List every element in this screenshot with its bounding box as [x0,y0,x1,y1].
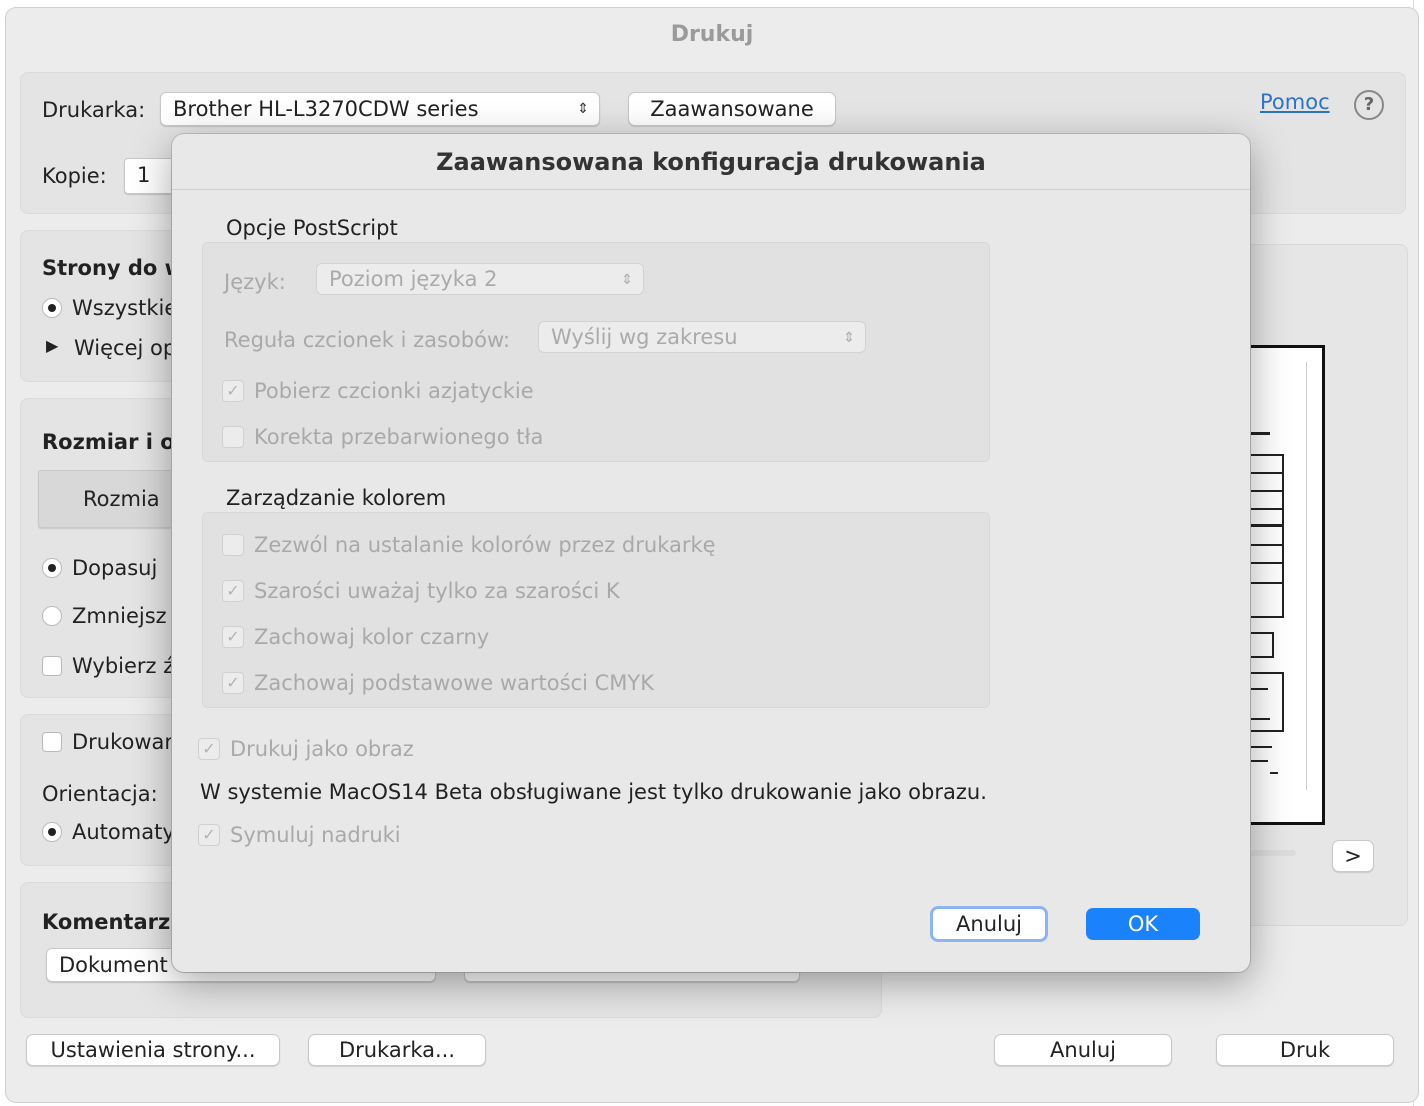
keep-cmyk-label: Zachowaj podstawowe wartości CMYK [254,671,654,695]
dialog-cancel-button[interactable]: Anuluj [930,906,1048,942]
printer-label: Drukarka: [42,98,146,122]
advanced-config-dialog: Zaawansowana konfiguracja drukowania Opc… [172,134,1250,972]
all-pages-label: Wszystkie [72,296,178,320]
pages-title: Strony do w [42,256,185,280]
language-select-value: Poziom języka 2 [329,267,498,291]
copies-value: 1 [137,163,151,187]
cancel-button[interactable]: Anuluj [994,1034,1172,1066]
dialog-title: Zaawansowana konfiguracja drukowania [436,148,986,176]
page-setup-button[interactable]: Ustawienia strony... [26,1034,280,1066]
postscript-section-title: Opcje PostScript [226,216,398,240]
print-checkbox-label: Drukowan [72,730,178,754]
download-asian-fonts-checkbox[interactable]: ✓ [222,380,244,402]
print-as-image-label: Drukuj jako obraz [230,737,414,761]
font-rule-select-value: Wyślij wg zakresu [551,325,738,349]
orientation-label: Orientacja: [42,782,158,806]
gray-as-k-label: Szarości uważaj tylko za szarości K [254,579,620,603]
language-label: Język: [224,270,286,294]
printer-select[interactable]: Brother HL-L3270CDW series ⇕ [160,92,600,126]
disclosure-triangle-icon[interactable]: ▶ [46,336,58,355]
print-as-image-checkbox[interactable]: ✓ [198,738,220,760]
chevron-updown-icon: ⇕ [577,101,589,117]
print-button[interactable]: Druk [1216,1034,1394,1066]
all-pages-radio[interactable] [42,298,62,318]
help-icon[interactable]: ? [1354,90,1384,120]
comments-title: Komentarze [42,910,185,934]
chevron-updown-icon: ⇕ [621,272,633,288]
help-link[interactable]: Pomoc [1260,90,1330,114]
language-select[interactable]: Poziom języka 2 ⇕ [316,263,644,295]
advanced-button[interactable]: Zaawansowane [628,92,836,126]
comments-select-value: Dokument [59,953,168,977]
dialog-separator [172,189,1250,190]
next-page-button[interactable]: > [1332,840,1374,872]
simulate-overprint-checkbox[interactable]: ✓ [198,824,220,846]
printer-select-value: Brother HL-L3270CDW series [173,97,479,121]
color-section-title: Zarządzanie kolorem [226,486,447,510]
shrink-radio[interactable] [42,606,62,626]
keep-cmyk-checkbox[interactable]: ✓ [222,672,244,694]
fit-radio[interactable] [42,558,62,578]
choose-source-checkbox[interactable] [42,656,62,676]
orientation-auto-label: Automaty [72,820,175,844]
bg-correction-checkbox[interactable] [222,426,244,448]
macos-beta-note: W systemie MacOS14 Beta obsługiwane jest… [200,780,987,804]
choose-source-label: Wybierz ź [72,654,175,678]
gray-as-k-checkbox[interactable]: ✓ [222,580,244,602]
chevron-updown-icon: ⇕ [843,330,855,346]
font-rule-label: Reguła czcionek i zasobów: [224,328,511,352]
shrink-label: Zmniejsz [72,604,167,628]
fit-label: Dopasuj [72,556,158,580]
simulate-overprint-label: Symuluj nadruki [230,823,401,847]
printer-colors-label: Zezwól na ustalanie kolorów przez drukar… [254,533,716,557]
print-checkbox[interactable] [42,732,62,752]
preview-page-content [1250,362,1307,790]
copies-label: Kopie: [42,164,107,188]
keep-black-checkbox[interactable]: ✓ [222,626,244,648]
window-title: Drukuj [670,22,754,47]
download-asian-fonts-label: Pobierz czcionki azjatyckie [254,379,534,403]
more-options-label: Więcej op [74,336,177,360]
keep-black-label: Zachowaj kolor czarny [254,625,490,649]
bg-correction-label: Korekta przebarwionego tła [254,425,544,449]
orientation-auto-radio[interactable] [42,822,62,842]
printer-colors-checkbox[interactable] [222,534,244,556]
size-title: Rozmiar i ob [42,430,190,454]
dialog-ok-button[interactable]: OK [1086,908,1200,940]
font-rule-select[interactable]: Wyślij wg zakresu ⇕ [538,321,866,353]
printer-button[interactable]: Drukarka... [308,1034,486,1066]
page-scrollbar[interactable] [1250,850,1296,856]
